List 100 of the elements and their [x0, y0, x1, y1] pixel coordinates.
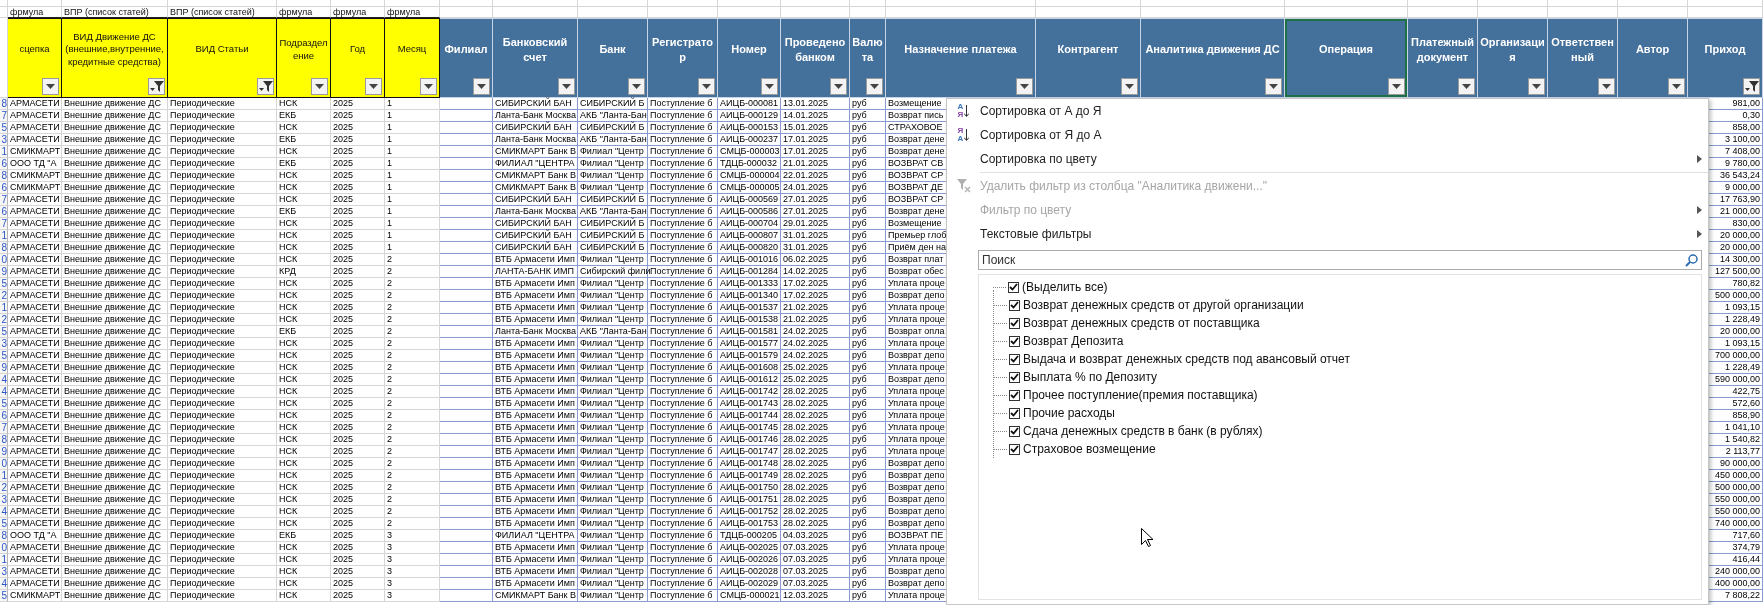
checkbox[interactable]: [1009, 299, 1020, 311]
table-cell: Поступление б: [648, 134, 718, 146]
filter-dropdown-button[interactable]: [698, 78, 715, 95]
table-cell: НСК: [277, 194, 331, 206]
table-cell: АРМАСЕТИ: [8, 290, 62, 302]
checkbox[interactable]: [1009, 443, 1020, 455]
filter-dropdown-button[interactable]: [365, 78, 382, 95]
table-cell: 2025: [331, 410, 385, 422]
table-cell: АРМАСЕТИ: [8, 206, 62, 218]
filter-dropdown-button[interactable]: [420, 78, 437, 95]
column-header-label: Банковский счет: [501, 35, 569, 65]
filter-dropdown-button[interactable]: [558, 78, 575, 95]
table-cell: АРМАСЕТИ: [8, 266, 62, 278]
checkbox[interactable]: [1009, 317, 1020, 329]
filter-dropdown-button[interactable]: [866, 78, 883, 95]
filter-dropdown-button[interactable]: [148, 78, 165, 95]
table-cell: 2025: [331, 290, 385, 302]
table-cell: Внешние движение ДС: [62, 194, 168, 206]
table-cell: Внешние движение ДС: [62, 458, 168, 470]
table-cell: 1: [385, 170, 440, 182]
table-cell: 2025: [331, 362, 385, 374]
checkbox[interactable]: [1009, 371, 1020, 383]
table-cell: 2025: [331, 326, 385, 338]
table-cell: 28.02.2025: [781, 434, 850, 446]
filter-dropdown-button[interactable]: [1598, 78, 1615, 95]
table-cell: Поступление б: [648, 218, 718, 230]
table-cell: АИЦБ-001579: [718, 350, 781, 362]
table-cell: Филиал "Центр: [578, 170, 648, 182]
table-cell: 28.02.2025: [781, 518, 850, 530]
table-cell: 2: [385, 434, 440, 446]
filter-dropdown-button[interactable]: [1458, 78, 1475, 95]
table-cell: 2025: [331, 158, 385, 170]
checkbox[interactable]: [1009, 335, 1020, 347]
table-cell: Периодические: [168, 554, 277, 566]
filter-dropdown-button[interactable]: [257, 78, 274, 95]
table-cell: Периодические: [168, 302, 277, 314]
table-cell: 2: [385, 326, 440, 338]
empty-cell: [440, 374, 493, 386]
table-cell: Периодические: [168, 350, 277, 362]
search-field[interactable]: Поиск: [978, 250, 1702, 270]
checkbox[interactable]: [1009, 407, 1020, 419]
table-cell: Филиал "Центр: [578, 566, 648, 578]
table-cell: Филиал "Центр: [578, 398, 648, 410]
table-cell: НСК: [277, 182, 331, 194]
table-cell: Внешние движение ДС: [62, 326, 168, 338]
table-cell: 2025: [331, 302, 385, 314]
table-cell: 3: [385, 542, 440, 554]
filter-dropdown-button[interactable]: [1121, 78, 1138, 95]
table-cell: СИБИРСКИЙ БАН: [493, 122, 578, 134]
table-cell: руб: [850, 350, 886, 362]
checkbox[interactable]: [1008, 281, 1019, 293]
table-cell: СИБИРСКИЙ Б: [578, 194, 648, 206]
filter-dropdown-button[interactable]: [1528, 78, 1545, 95]
table-cell: АРМАСЕТИ: [8, 386, 62, 398]
checkbox[interactable]: [1009, 425, 1020, 437]
table-cell: 28.02.2025: [781, 386, 850, 398]
filter-dropdown-button[interactable]: [761, 78, 778, 95]
filter-dropdown-button[interactable]: [1265, 78, 1282, 95]
table-cell: Филиал "Центр: [578, 338, 648, 350]
filter-dropdown-button[interactable]: [1016, 78, 1033, 95]
filter-dropdown-button[interactable]: [311, 78, 328, 95]
table-cell: 2: [385, 314, 440, 326]
filter-dropdown-button[interactable]: [628, 78, 645, 95]
column-header-label: сцепка: [18, 42, 51, 57]
table-cell: АИЦБ-000569: [718, 194, 781, 206]
empty-cell: [440, 434, 493, 446]
table-cell: АИЦБ-002029: [718, 578, 781, 590]
empty-cell: [440, 158, 493, 170]
table-cell: 21.01.2025: [781, 158, 850, 170]
checkbox[interactable]: [1009, 389, 1020, 401]
table-cell: ВТБ Армасети Имп: [493, 374, 578, 386]
table-cell: Периодические: [168, 362, 277, 374]
table-cell: руб: [850, 170, 886, 182]
table-cell: НСК: [277, 386, 331, 398]
filter-dropdown-button[interactable]: [1388, 78, 1405, 95]
table-cell: Филиал "Центр: [578, 494, 648, 506]
filter-dropdown-button[interactable]: [42, 78, 59, 95]
empty-cell: [440, 182, 493, 194]
table-cell: НСК: [277, 314, 331, 326]
table-cell: Поступление б: [648, 314, 718, 326]
table-cell: руб: [850, 302, 886, 314]
table-cell: НСК: [277, 254, 331, 266]
filter-dropdown-button[interactable]: [473, 78, 490, 95]
filter-dropdown-button[interactable]: [1668, 78, 1685, 95]
checkbox[interactable]: [1009, 353, 1020, 365]
table-cell: ВТБ Армасети Имп: [493, 398, 578, 410]
table-cell: 17.02.2025: [781, 290, 850, 302]
filter-dropdown-button[interactable]: [1743, 78, 1760, 95]
table-cell: 2: [385, 446, 440, 458]
table-cell: руб: [850, 206, 886, 218]
table-cell: 2: [385, 386, 440, 398]
table-cell: Поступление б: [648, 254, 718, 266]
table-cell: ВТБ Армасети Имп: [493, 470, 578, 482]
table-cell: Периодические: [168, 278, 277, 290]
filter-dropdown-button[interactable]: [830, 78, 847, 95]
table-cell: руб: [850, 98, 886, 110]
table-cell: НСК: [277, 518, 331, 530]
table-cell: Поступление б: [648, 338, 718, 350]
table-cell: 28.02.2025: [781, 506, 850, 518]
table-cell: Поступление б: [648, 494, 718, 506]
